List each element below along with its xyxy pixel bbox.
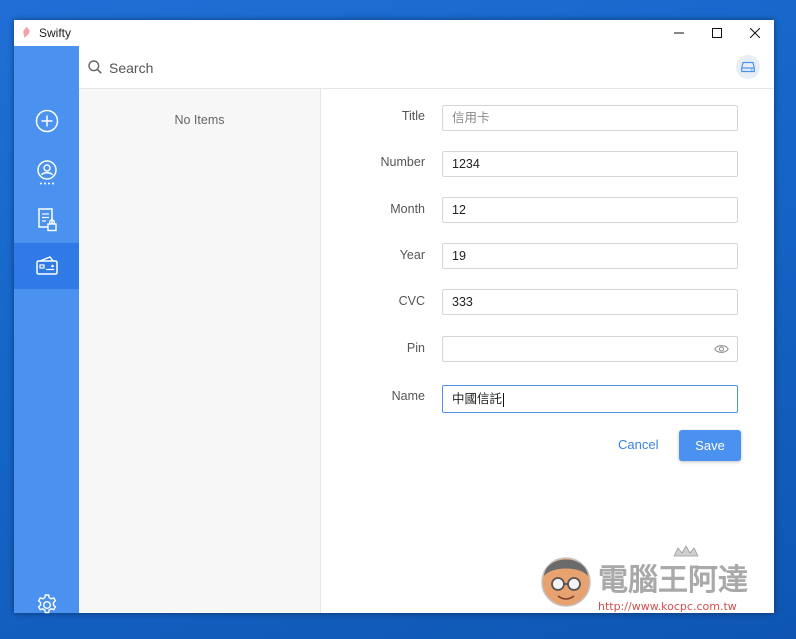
month-label: Month: [390, 202, 425, 216]
cvc-field[interactable]: 333: [442, 289, 738, 315]
account-icon: [36, 160, 57, 185]
title-field[interactable]: 信用卡: [442, 105, 738, 131]
gear-icon: [37, 594, 56, 614]
mascot-icon: [541, 557, 591, 607]
note-lock-icon: [37, 208, 57, 232]
name-label: Name: [391, 389, 425, 403]
pin-label: Pin: [406, 341, 425, 355]
eye-icon[interactable]: [714, 344, 729, 354]
search-icon: [88, 60, 102, 74]
pin-field[interactable]: [442, 336, 738, 362]
minimize-button[interactable]: [660, 20, 698, 46]
watermark-logo: 電腦王阿達 http://www.kocpc.com.tw: [541, 545, 749, 614]
year-field[interactable]: 19: [442, 243, 738, 269]
month-field[interactable]: 12: [442, 197, 738, 223]
year-label: Year: [399, 248, 425, 262]
app-logo-icon: [23, 27, 30, 38]
hard-drive-icon: [741, 61, 755, 73]
storage-button[interactable]: [736, 55, 760, 79]
name-value: 中國信託: [452, 392, 503, 406]
item-list-panel: No Items: [79, 89, 321, 613]
watermark-url: http://www.kocpc.com.tw: [598, 600, 737, 613]
add-circle-icon: [35, 109, 58, 133]
sidebar: [14, 46, 79, 614]
sidebar-item-accounts[interactable]: [14, 150, 79, 196]
save-button[interactable]: Save: [679, 430, 741, 461]
cvc-label: CVC: [398, 294, 425, 308]
minimize-icon: [674, 32, 684, 34]
text-cursor: [503, 392, 505, 407]
app-window: Swifty Search No Items Title 信用卡 Number …: [14, 20, 774, 614]
sidebar-item-cards[interactable]: [14, 243, 79, 289]
number-label: Number: [380, 155, 425, 169]
crown-icon: [673, 545, 699, 557]
card-form: Title 信用卡 Number 1234 Month 12 Year 19 C…: [321, 89, 774, 613]
settings-button[interactable]: [14, 582, 79, 628]
window-title: Swifty: [39, 26, 72, 40]
name-field[interactable]: 中國信託: [442, 385, 738, 413]
sidebar-item-add[interactable]: [14, 98, 79, 144]
search-input[interactable]: Search: [109, 60, 153, 76]
maximize-icon: [712, 28, 722, 38]
sidebar-item-notes[interactable]: [14, 197, 79, 243]
close-button[interactable]: [736, 20, 774, 46]
empty-list-text: No Items: [174, 113, 225, 127]
title-bar: Swifty: [14, 20, 774, 46]
title-label: Title: [401, 109, 425, 123]
search-bar[interactable]: Search: [79, 46, 774, 89]
cancel-button[interactable]: Cancel: [618, 437, 658, 452]
number-field[interactable]: 1234: [442, 151, 738, 177]
watermark-title: 電腦王阿達: [598, 563, 748, 598]
maximize-button[interactable]: [698, 20, 736, 46]
close-icon: [750, 28, 760, 38]
credit-card-icon: [35, 256, 58, 275]
